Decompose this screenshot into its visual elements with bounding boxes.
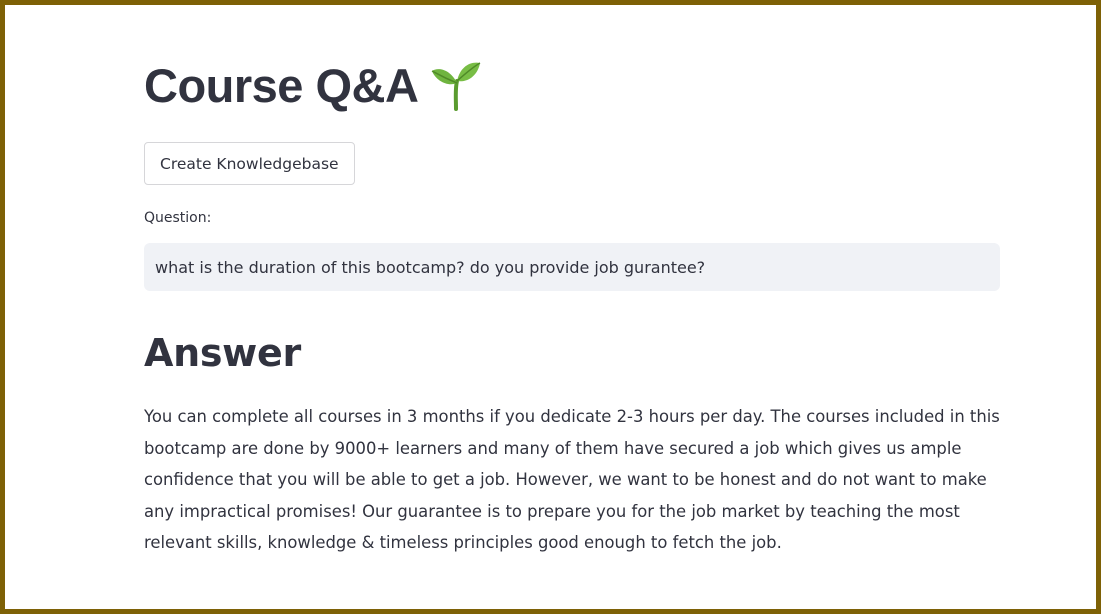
question-label: Question: [144,210,212,226]
sprout-icon [430,59,482,111]
answer-text: You can complete all courses in 3 months… [144,407,1000,552]
answer-heading: Answer [144,331,301,375]
question-input[interactable] [144,243,1000,291]
app-frame: Course Q&A Create Knowledgebase Question… [0,0,1101,614]
page-title-row: Course Q&A [144,55,482,115]
create-knowledgebase-button[interactable]: Create Knowledgebase [144,142,355,185]
page-title: Course Q&A [144,58,419,112]
